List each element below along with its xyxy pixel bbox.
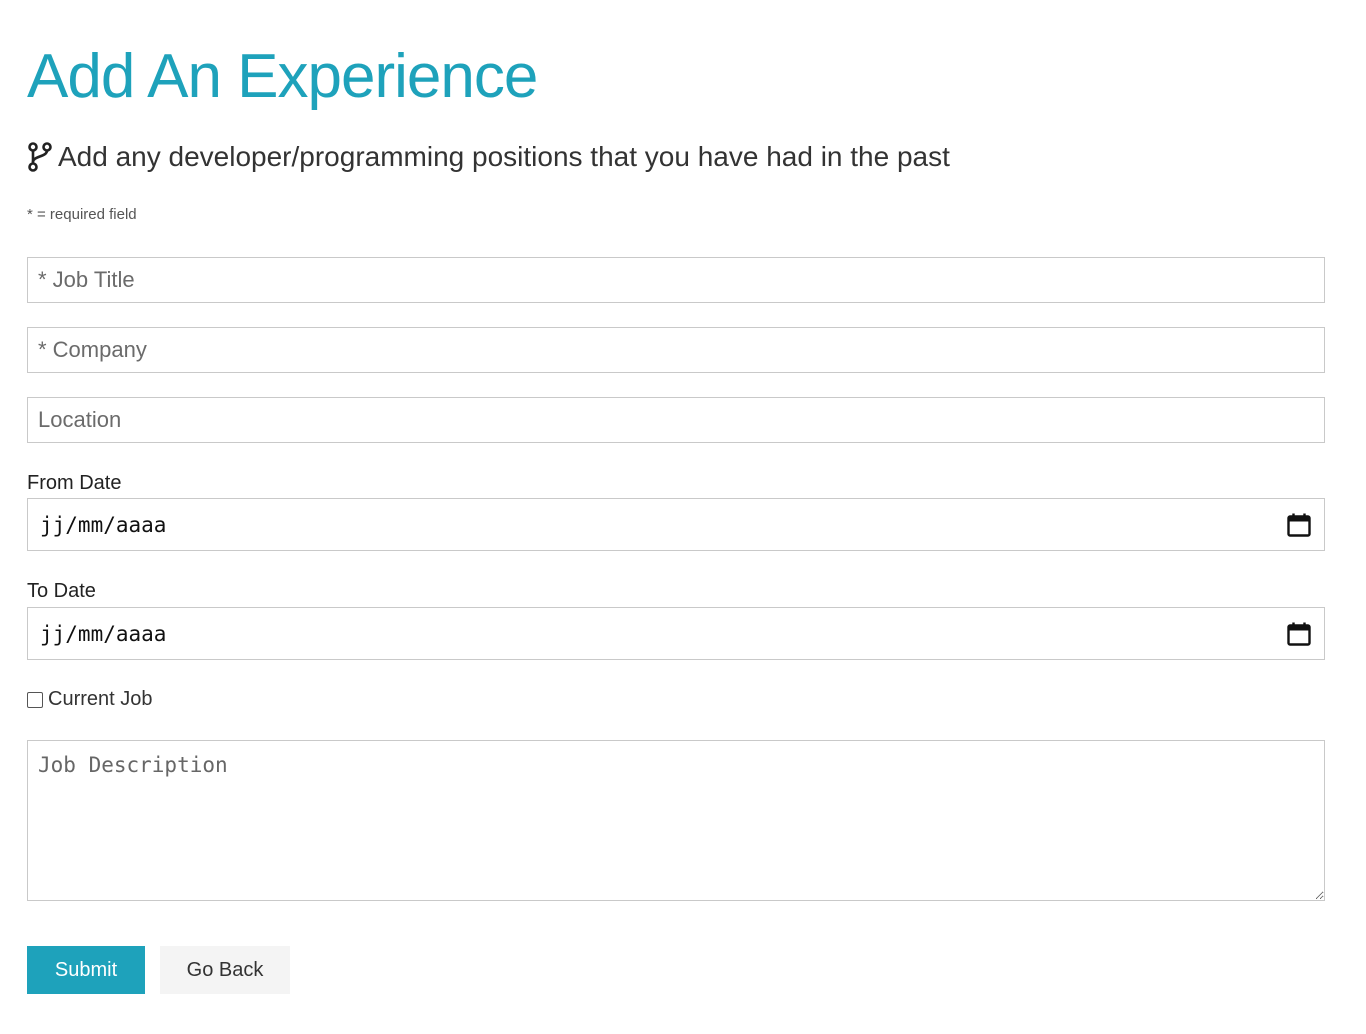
submit-button[interactable]: Submit xyxy=(27,946,145,994)
job-title-input[interactable] xyxy=(27,257,1325,303)
from-date-value: jj/mm/aaaa xyxy=(40,512,167,537)
code-branch-icon xyxy=(28,142,52,172)
company-input[interactable] xyxy=(27,327,1325,373)
to-date-label: To Date xyxy=(27,580,96,602)
page-title: Add An Experience xyxy=(27,42,538,111)
to-date-value: jj/mm/aaaa xyxy=(40,621,167,646)
go-back-button[interactable]: Go Back xyxy=(160,946,290,994)
required-field-note: * = required field xyxy=(27,206,137,223)
lead-text: Add any developer/programming positions … xyxy=(58,141,950,172)
from-date-label: From Date xyxy=(27,472,122,494)
calendar-icon[interactable] xyxy=(1286,512,1312,538)
location-input[interactable] xyxy=(27,397,1325,443)
page-lead: Add any developer/programming positions … xyxy=(27,140,1325,174)
job-description-textarea[interactable] xyxy=(27,740,1325,901)
current-job-checkbox[interactable] xyxy=(27,691,43,708)
page: Add An Experience Add any developer/prog… xyxy=(0,0,1366,224)
calendar-icon[interactable] xyxy=(1286,621,1312,647)
current-job-label: Current Job xyxy=(48,688,153,710)
from-date-input[interactable]: jj/mm/aaaa xyxy=(27,498,1325,551)
current-job-row[interactable]: Current Job xyxy=(27,688,153,711)
to-date-input[interactable]: jj/mm/aaaa xyxy=(27,607,1325,660)
